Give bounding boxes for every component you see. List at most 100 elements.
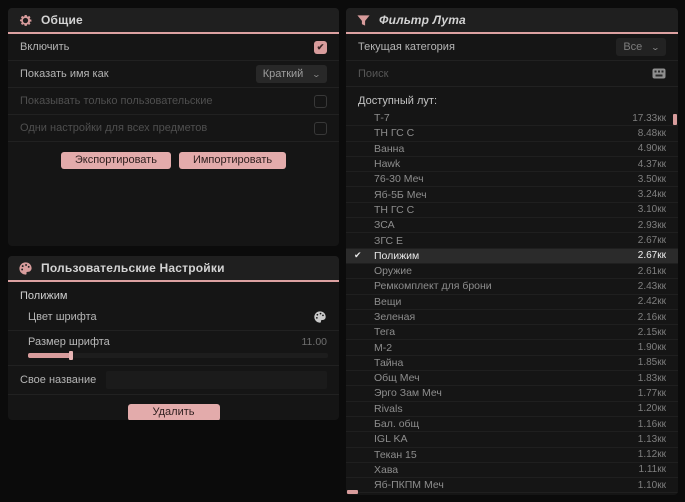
loot-item-name: Ремкомплект для брони <box>374 280 492 293</box>
search-input[interactable] <box>358 64 652 83</box>
font-size-slider[interactable] <box>28 351 328 360</box>
loot-item-value: 1.90кк <box>637 342 666 354</box>
same-settings-row: Одни настройки для всех предметов <box>8 115 339 142</box>
general-panel-title: Общие <box>41 13 83 27</box>
check-icon: ✔ <box>354 296 370 307</box>
loot-list-item[interactable]: ✔ Бал. общ 1.16кк <box>346 417 678 433</box>
loot-item-value: 1.16кк <box>637 418 666 430</box>
loot-list-item[interactable]: ✔ Хава 1.11кк <box>346 463 678 479</box>
loot-item-value: 1.85кк <box>637 357 666 369</box>
font-size-row: Размер шрифта 11.00 <box>8 331 339 366</box>
loot-list-item[interactable]: ✔ Ванна 4.90кк <box>346 142 678 157</box>
loot-list-item[interactable]: ✔ Полижим 2.67кк <box>346 248 678 264</box>
loot-item-value: 8.48кк <box>637 127 666 139</box>
loot-item-name: М-2 <box>374 341 393 354</box>
loot-list-item[interactable]: ✔ Тайна 1.85кк <box>346 356 678 372</box>
loot-item-name: ТН ГС С <box>374 203 415 216</box>
check-icon: ✔ <box>354 342 370 353</box>
same-settings-label: Одни настройки для всех предметов <box>20 122 208 134</box>
enable-checkbox[interactable]: ✔ <box>314 40 327 54</box>
loot-list-item[interactable]: ✔ Зеленая 2.16кк <box>346 310 678 326</box>
loot-item-value: 2.42кк <box>637 296 666 308</box>
vertical-scrollbar-thumb[interactable] <box>673 114 677 125</box>
user-settings-header: Пользовательские Настройки <box>8 256 339 282</box>
loot-item-name: Текан 15 <box>374 448 417 461</box>
loot-list-item[interactable]: ✔ Ремкомплект для брони 2.43кк <box>346 279 678 295</box>
only-custom-label: Показывать только пользовательские <box>20 95 213 107</box>
same-settings-checkbox <box>314 121 327 135</box>
general-panel: Общие Включить ✔ Показать имя как Кратки… <box>8 8 339 246</box>
loot-item-value: 2.16кк <box>637 311 666 323</box>
check-icon: ✔ <box>354 388 370 399</box>
funnel-icon <box>356 13 371 28</box>
loot-list-item[interactable]: ✔ ЗГС Е 2.67кк <box>346 233 678 249</box>
check-icon: ✔ <box>354 357 370 368</box>
category-dropdown[interactable]: Все ⌄ <box>616 38 666 56</box>
font-color-row: Цвет шрифта <box>8 304 339 331</box>
export-button[interactable]: Экспортировать <box>60 152 171 169</box>
loot-item-name: Яб-5Б Меч <box>374 188 427 201</box>
user-settings-title: Пользовательские Настройки <box>41 261 225 275</box>
show-name-dropdown-value: Краткий <box>262 68 304 80</box>
export-import-row: Экспортировать Импортировать <box>8 142 339 177</box>
loot-item-value: 1.77кк <box>637 387 666 399</box>
loot-list-item[interactable]: ✔ Эрго Зам Меч 1.77кк <box>346 386 678 402</box>
loot-item-value: 1.12кк <box>637 449 666 461</box>
color-picker-icon[interactable] <box>313 310 327 324</box>
loot-list-item[interactable]: ✔ Общ Меч 1.83кк <box>346 371 678 387</box>
check-icon: ✔ <box>354 159 370 170</box>
loot-list-item[interactable]: ✔ М-2 1.90кк <box>346 340 678 356</box>
loot-list-item[interactable]: ✔ Вещи 2.42кк <box>346 295 678 310</box>
loot-list: ✔ Т-7 17.33кк ✔ ТН ГС С 8.48кк ✔ Ванна 4… <box>346 111 678 494</box>
loot-list-item[interactable]: ✔ Hawk 4.37кк <box>346 157 678 173</box>
loot-item-value: 2.93кк <box>637 219 666 231</box>
loot-list-item[interactable]: ✔ Rivals 1.20кк <box>346 402 678 417</box>
loot-list-item[interactable]: ✔ IGL KA 1.13кк <box>346 432 678 448</box>
loot-list-item[interactable]: ✔ 76-30 Меч 3.50кк <box>346 172 678 188</box>
check-icon: ✔ <box>354 250 362 261</box>
check-icon: ✔ <box>354 312 370 323</box>
loot-item-value: 3.10кк <box>637 204 666 216</box>
loot-list-item[interactable]: ✔ Текан 15 1.12кк <box>346 448 678 463</box>
loot-item-name: Вещи <box>374 295 402 308</box>
loot-list-item[interactable]: ✔ Тега 2.15кк <box>346 325 678 341</box>
loot-item-value: 1.20кк <box>637 403 666 415</box>
custom-name-row: Свое название <box>8 366 339 395</box>
category-dropdown-value: Все <box>623 41 643 53</box>
horizontal-scrollbar-thumb[interactable] <box>347 490 358 494</box>
slider-thumb[interactable] <box>69 351 73 360</box>
loot-item-value: 1.13кк <box>637 433 666 445</box>
loot-item-name: Hawk <box>374 158 401 171</box>
loot-list-item[interactable]: ✔ ТН ГС С 3.10кк <box>346 203 678 219</box>
show-name-label: Показать имя как <box>20 68 109 80</box>
check-icon: ✔ <box>354 327 370 338</box>
loot-filter-panel: Фильтр Лута Текущая категория Все ⌄ Дост… <box>346 8 678 495</box>
loot-list-item[interactable]: ✔ ТН ГС С 8.48кк <box>346 126 678 142</box>
check-icon: ✔ <box>354 128 370 139</box>
loot-list-item[interactable]: ✔ Яб-5Б Меч 3.24кк <box>346 187 678 203</box>
available-loot-label: Доступный лут: <box>358 95 438 107</box>
user-settings-panel: Пользовательские Настройки Полижим Цвет … <box>8 256 339 420</box>
delete-button[interactable]: Удалить <box>127 404 220 420</box>
show-name-row: Показать имя как Краткий ⌄ <box>8 61 339 88</box>
loot-list-item[interactable]: ✔ Т-7 17.33кк <box>346 111 678 127</box>
custom-name-input[interactable] <box>106 371 327 389</box>
loot-item-name: Тайна <box>374 356 404 369</box>
loot-item-name: 76-30 Меч <box>374 173 424 186</box>
loot-list-item[interactable]: ✔ ЗСА 2.93кк <box>346 218 678 234</box>
loot-list-item[interactable]: ✔ Оружие 2.61кк <box>346 264 678 280</box>
loot-item-value: 2.61кк <box>637 265 666 277</box>
show-name-dropdown[interactable]: Краткий ⌄ <box>255 65 327 83</box>
loot-item-value: 3.50кк <box>637 173 666 185</box>
loot-list-item[interactable]: ✔ Яб-ПКПМ Меч 1.10кк <box>346 478 678 494</box>
chevron-down-icon: ⌄ <box>311 69 322 79</box>
loot-item-value: 2.15кк <box>637 326 666 338</box>
enable-row: Включить ✔ <box>8 34 339 61</box>
loot-item-name: Яб-ПКПМ Меч <box>374 479 444 492</box>
check-icon: ✔ <box>354 266 370 277</box>
loot-item-value: 3.24кк <box>637 189 666 201</box>
keyboard-icon[interactable] <box>652 68 666 79</box>
chevron-down-icon: ⌄ <box>650 42 661 52</box>
loot-item-name: Rivals <box>374 402 403 415</box>
import-button[interactable]: Импортировать <box>178 152 287 169</box>
